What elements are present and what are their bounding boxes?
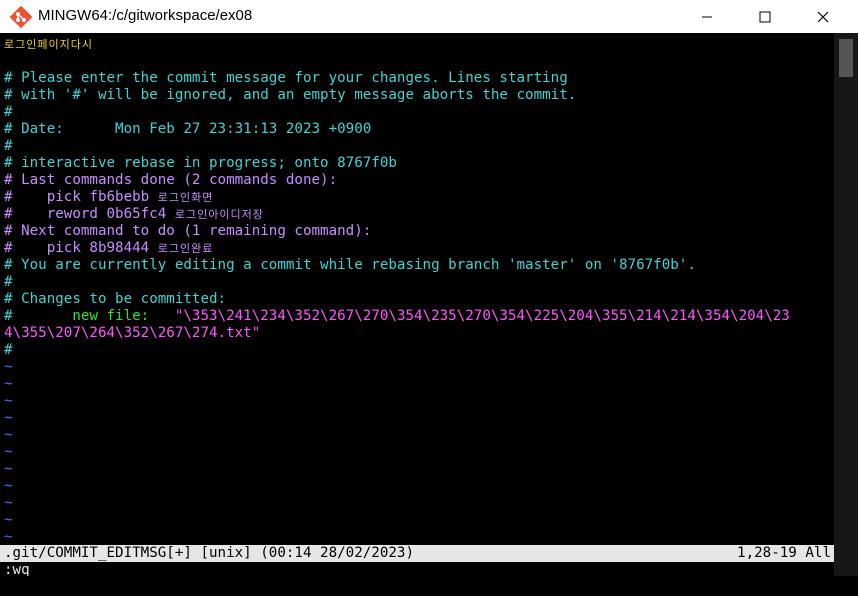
line-segment: # <box>4 104 13 120</box>
line-segment: 로그인화면 <box>157 191 214 204</box>
close-button[interactable] <box>800 0 846 33</box>
close-icon <box>817 11 829 22</box>
editor-line: # Date: Mon Feb 27 23:31:13 2023 +0900 <box>4 121 371 138</box>
maximize-button[interactable] <box>742 0 788 33</box>
line-segment: 로그인완료 <box>157 242 214 255</box>
line-segment: 로그인아이디저장 <box>174 208 264 221</box>
line-segment: # Please enter the commit message for yo… <box>4 70 568 86</box>
editor-line: 로그인페이지다시 <box>4 36 93 53</box>
empty-line-marker: ~ <box>4 512 13 529</box>
editor-line: # reword 0b65fc4 로그인아이디저장 <box>4 206 264 223</box>
line-segment: ~ <box>4 444 13 460</box>
editor-line: # You are currently editing a commit whi… <box>4 257 696 274</box>
minimize-button[interactable] <box>684 0 730 33</box>
empty-line-marker: ~ <box>4 359 13 376</box>
empty-line-marker: ~ <box>4 444 13 461</box>
line-segment: ~ <box>4 427 13 443</box>
empty-line-marker: ~ <box>4 461 13 478</box>
line-segment: # <box>4 274 13 290</box>
editor-line: # <box>4 104 13 121</box>
line-segment: # Changes to be committed: <box>4 291 227 307</box>
maximize-icon <box>759 11 771 22</box>
empty-line-marker: ~ <box>4 376 13 393</box>
editor-line: # new file: "\353\241\234\352\267\270\35… <box>4 308 790 325</box>
line-segment: new file: <box>12 308 175 324</box>
empty-line-marker: ~ <box>4 393 13 410</box>
line-segment: # Next command to do (1 remaining comman… <box>4 223 372 239</box>
line-segment: "\353\241\234\352\267\270\354\235\270\35… <box>174 308 790 324</box>
empty-line-marker: ~ <box>4 427 13 444</box>
window-titlebar[interactable]: MINGW64:/c/gitworkspace/ex08 <box>0 0 858 33</box>
status-cursor-position: 1,28-19 All <box>737 545 831 561</box>
line-segment: # <box>4 308 13 324</box>
editor-line: # pick fb6bebb 로그인화면 <box>4 189 213 206</box>
line-segment: ~ <box>4 529 13 545</box>
empty-line-marker: ~ <box>4 529 13 546</box>
line-segment: ~ <box>4 461 13 477</box>
empty-line-marker: ~ <box>4 495 13 512</box>
empty-line-marker: ~ <box>4 478 13 495</box>
line-segment: # with '#' will be ignored, and an empty… <box>4 87 577 103</box>
line-segment: ~ <box>4 359 13 375</box>
git-icon <box>9 5 33 29</box>
line-segment: ~ <box>4 393 13 409</box>
line-segment: # reword 0b65fc4 <box>4 206 175 222</box>
line-segment: # pick 8b98444 <box>4 240 158 256</box>
minimize-icon <box>702 16 712 17</box>
editor-line: # interactive rebase in progress; onto 8… <box>4 155 397 172</box>
line-segment: # Last commands done (2 commands done): <box>4 172 338 188</box>
editor-line: # Last commands done (2 commands done): <box>4 172 337 189</box>
line-segment: # <box>4 138 13 154</box>
editor-line: # with '#' will be ignored, and an empty… <box>4 87 576 104</box>
editor-line: 4\355\207\264\352\267\274.txt" <box>4 325 260 342</box>
line-segment: ~ <box>4 495 13 511</box>
vim-status-bar: .git/COMMIT_EDITMSG[+] [unix] (00:14 28/… <box>0 545 834 562</box>
editor-line: # pick 8b98444 로그인완료 <box>4 240 213 257</box>
line-segment: # Date: Mon Feb 27 23:31:13 2023 +0900 <box>4 121 372 137</box>
editor-line: # Changes to be committed: <box>4 291 226 308</box>
terminal-area[interactable]: 로그인페이지다시 # Please enter the commit messag… <box>0 33 834 576</box>
line-segment: # pick fb6bebb <box>4 189 158 205</box>
editor-line: # <box>4 342 13 359</box>
editor-line: # <box>4 138 13 155</box>
editor-line: # Next command to do (1 remaining comman… <box>4 223 371 240</box>
scrollbar[interactable] <box>834 33 858 576</box>
editor-line: # Please enter the commit message for yo… <box>4 70 568 87</box>
scrollbar-thumb[interactable] <box>839 39 853 77</box>
line-segment: # interactive rebase in progress; onto 8… <box>4 155 397 171</box>
line-segment: 로그인페이지다시 <box>4 38 93 51</box>
line-segment: 4\355\207\264\352\267\274.txt" <box>4 325 261 341</box>
line-segment: ~ <box>4 512 13 528</box>
line-segment: # <box>4 342 13 358</box>
window-title: MINGW64:/c/gitworkspace/ex08 <box>38 7 253 24</box>
line-segment: ~ <box>4 410 13 426</box>
empty-line-marker: ~ <box>4 410 13 427</box>
vim-command-line[interactable]: :wq <box>4 562 30 576</box>
status-file-info: .git/COMMIT_EDITMSG[+] [unix] (00:14 28/… <box>4 545 414 561</box>
line-segment: ~ <box>4 478 13 494</box>
line-segment: ~ <box>4 376 13 392</box>
editor-line: # <box>4 274 13 291</box>
line-segment: # You are currently editing a commit whi… <box>4 257 696 273</box>
